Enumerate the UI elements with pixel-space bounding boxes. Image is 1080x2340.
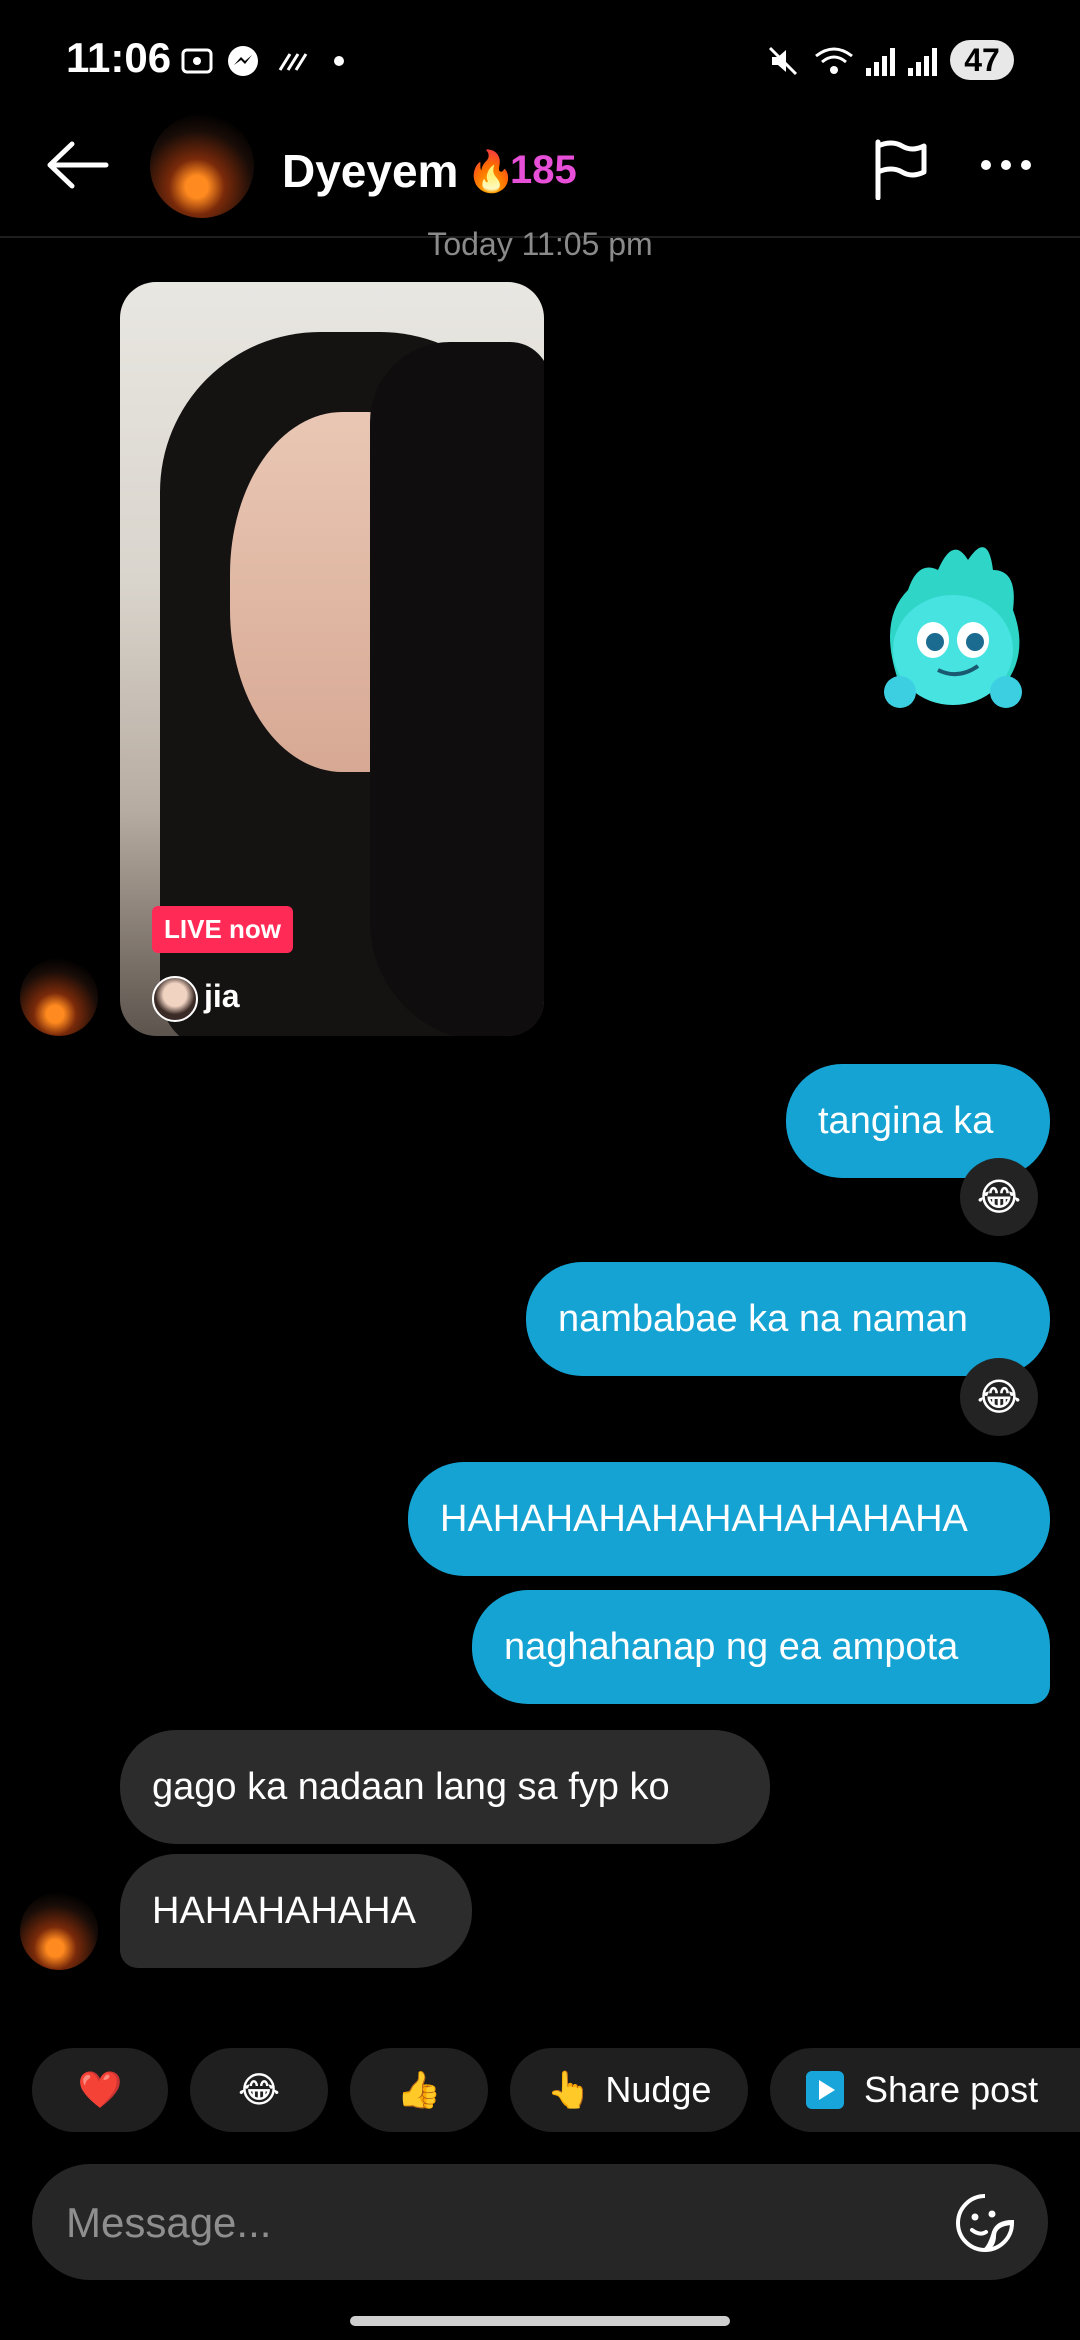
message-input[interactable] [64,2192,928,2254]
share-post-label: Share post [864,2069,1039,2110]
message-bubble-incoming[interactable]: HAHAHAHAHA [120,1854,472,1968]
streak-flame-icon: 🔥 [466,150,516,194]
back-arrow-icon[interactable] [42,140,112,190]
signal-icon [866,48,895,76]
date-separator: Today 11:05 pm [427,226,653,262]
live-stream-card[interactable]: LIVE now jia [120,282,544,1036]
sender-avatar[interactable] [20,958,98,1036]
nudge-button[interactable]: 👆 Nudge [510,2048,748,2132]
screenshot-icon [181,48,213,74]
battery-indicator: 47 [950,40,1014,80]
nudge-label: Nudge [605,2069,712,2110]
message-bubble-outgoing[interactable]: HAHAHAHAHAHAHAHAHAHA [408,1462,1050,1576]
contact-avatar[interactable] [150,114,254,218]
notification-dot [334,56,344,66]
sender-avatar[interactable] [20,1892,98,1970]
status-time: 11:06 [66,34,172,81]
live-username: jia [204,978,240,1014]
home-indicator[interactable] [350,2316,730,2326]
quick-reply-heart[interactable]: ❤️ [32,2048,168,2132]
share-post-button[interactable]: Share post [770,2048,1080,2132]
message-composer [32,2164,1048,2280]
report-flag-icon[interactable] [872,138,930,200]
reaction-laugh[interactable]: 😂 [960,1358,1038,1436]
wifi-icon [815,47,853,74]
quick-reply-laugh[interactable]: 😂 [190,2048,328,2132]
play-icon [806,2071,844,2109]
mute-icon [768,46,798,76]
live-now-badge: LIVE now [152,906,293,953]
sticker-image [884,547,1022,708]
messenger-icon [228,46,258,76]
contact-name[interactable]: Dyeyem [282,144,458,198]
data-saver-icon [278,53,308,71]
message-bubble-incoming[interactable]: gago ka nadaan lang sa fyp ko [120,1730,770,1844]
quick-reply-thumbs-up[interactable]: 👍 [350,2048,488,2132]
signal-icon-2 [908,48,937,76]
more-options-icon[interactable] [978,150,1034,180]
live-user-avatar [152,976,198,1022]
streak-count: 185 [510,148,577,192]
message-bubble-outgoing[interactable]: nambabae ka na naman [526,1262,1050,1376]
sticker-icon[interactable] [954,2192,1016,2254]
message-bubble-outgoing[interactable]: naghahanap ng ea ampota [472,1590,1050,1704]
reaction-laugh[interactable]: 😂 [960,1158,1038,1236]
pointing-hand-icon: 👆 [546,2069,592,2110]
